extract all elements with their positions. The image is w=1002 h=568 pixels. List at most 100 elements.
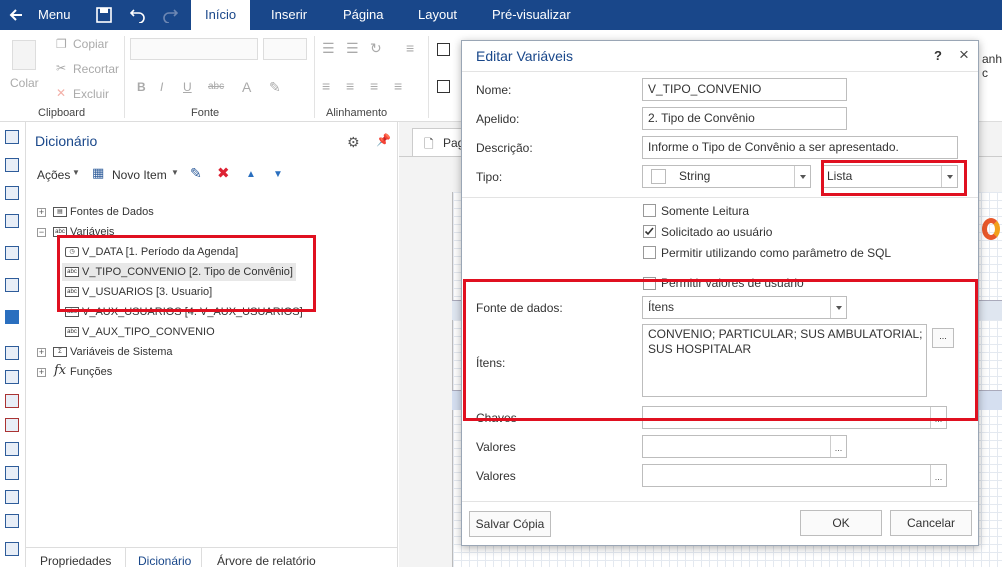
underline-icon[interactable]: U	[183, 80, 192, 94]
save-icon[interactable]	[96, 7, 112, 23]
band-icon[interactable]	[5, 158, 19, 172]
move-up-icon[interactable]: ▲	[246, 169, 256, 180]
cut-icon[interactable]: ✂	[56, 61, 66, 75]
requested-checkbox[interactable]	[643, 225, 656, 238]
edit-icon[interactable]: ✎	[190, 165, 202, 182]
readonly-checkbox[interactable]	[643, 204, 656, 217]
tree-item-v-data[interactable]: V_DATA [1. Período da Agenda]	[82, 246, 238, 258]
copy-button[interactable]: Copiar	[73, 37, 108, 51]
rotate-icon[interactable]: ↻	[370, 40, 382, 57]
word-wrap-icon[interactable]: ≡	[406, 40, 414, 56]
italic-icon[interactable]: I	[160, 80, 163, 94]
redo-icon[interactable]	[162, 7, 178, 23]
alias-field[interactable]: 2. Tipo de Convênio	[642, 107, 847, 130]
new-item-menu[interactable]: Novo Item	[112, 168, 167, 182]
data-source-select[interactable]: Ítens	[642, 296, 847, 319]
actions-menu[interactable]: Ações	[37, 168, 70, 182]
align-center-icon[interactable]: ≡	[346, 78, 354, 94]
tree-item-v-tipo-convenio[interactable]: V_TIPO_CONVENIO [2. Tipo de Convênio]	[82, 266, 293, 278]
cross-band-icon[interactable]	[5, 186, 19, 200]
font-color-icon[interactable]: A	[242, 79, 251, 95]
tab-inserir[interactable]: Inserir	[271, 0, 307, 30]
chevron-down-icon[interactable]	[941, 166, 957, 187]
tab-layout[interactable]: Layout	[418, 0, 457, 30]
cut-button[interactable]: Recortar	[73, 62, 119, 76]
shape-icon[interactable]	[5, 278, 19, 292]
sql-param-checkbox[interactable]	[643, 246, 656, 259]
chevron-down-icon[interactable]: ▼	[72, 168, 80, 177]
delete-icon[interactable]: ✕	[56, 86, 66, 100]
delete-button[interactable]: Excluir	[73, 87, 109, 101]
type-kind-select[interactable]: Lista	[821, 165, 958, 188]
close-icon[interactable]: ×	[959, 45, 969, 65]
page-header-icon[interactable]	[5, 346, 19, 360]
type-select[interactable]: String	[642, 165, 811, 188]
chevron-down-icon[interactable]	[794, 166, 810, 187]
chevron-down-icon[interactable]	[830, 297, 846, 318]
new-item-icon[interactable]: ▦	[92, 165, 104, 181]
tree-item-v-aux-tipo-convenio[interactable]: V_AUX_TIPO_CONVENIO	[82, 326, 215, 338]
tree-item-v-aux-usuarios[interactable]: V_AUX_USUARIOS [4. V_AUX_USUARIOS]	[82, 306, 303, 318]
border-icon[interactable]	[437, 43, 450, 56]
keys-field[interactable]: ...	[642, 406, 947, 429]
undo-icon[interactable]	[130, 7, 146, 23]
group-header-icon[interactable]	[5, 442, 19, 456]
align-top-icon[interactable]: ☰	[322, 40, 335, 57]
save-copy-button[interactable]: Salvar Cópia	[469, 511, 551, 537]
collapse-icon[interactable]: −	[37, 228, 46, 237]
text-icon[interactable]	[5, 214, 19, 228]
tree-item-data-sources[interactable]: Fontes de Dados	[70, 206, 154, 218]
component-icon[interactable]	[5, 130, 19, 144]
ok-button[interactable]: OK	[800, 510, 882, 536]
expand-icon[interactable]: +	[37, 368, 46, 377]
overlay-band-icon[interactable]	[5, 542, 19, 556]
align-right-icon[interactable]: ≡	[370, 78, 378, 94]
group-footer-icon[interactable]	[5, 466, 19, 480]
paste-button[interactable]: Colar	[10, 76, 39, 90]
help-icon[interactable]: ?	[934, 48, 942, 63]
items-textarea[interactable]: CONVENIO; PARTICULAR; SUS AMBULATORIAL; …	[642, 324, 927, 397]
font-name-combo[interactable]	[130, 38, 258, 60]
header-band-icon[interactable]	[5, 394, 19, 408]
delete-icon[interactable]: ✖	[217, 164, 230, 182]
values-edit-button-1[interactable]: ...	[830, 436, 846, 457]
align-justify-icon[interactable]: ≡	[394, 78, 402, 94]
puzzle-icon[interactable]	[5, 310, 19, 324]
pin-icon[interactable]: 📌	[376, 133, 391, 147]
tree-item-system-variables[interactable]: Variáveis de Sistema	[70, 346, 173, 358]
name-field[interactable]: V_TIPO_CONVENIO	[642, 78, 847, 101]
paste-icon[interactable]	[12, 40, 36, 70]
expand-icon[interactable]: +	[37, 348, 46, 357]
tab-propriedades[interactable]: Propriedades	[40, 554, 111, 568]
tab-arvore-relatorio[interactable]: Árvore de relatório	[217, 554, 316, 568]
chart-icon[interactable]	[5, 246, 19, 260]
tab-pagina[interactable]: Página	[343, 0, 383, 30]
gear-icon[interactable]: ⚙	[347, 134, 360, 151]
chevron-down-icon[interactable]: ▼	[171, 168, 179, 177]
expand-icon[interactable]: +	[37, 208, 46, 217]
font-size-combo[interactable]	[263, 38, 307, 60]
align-middle-icon[interactable]: ☰	[346, 40, 359, 57]
menu-button[interactable]: Menu	[38, 0, 71, 30]
tree-item-functions[interactable]: Funções	[70, 366, 112, 378]
tree-item-v-usuarios[interactable]: V_USUARIOS [3. Usuario]	[82, 286, 212, 298]
description-field[interactable]: Informe o Tipo de Convênio a ser apresen…	[642, 136, 958, 159]
values-field-1[interactable]: ...	[642, 435, 847, 458]
data-band-icon[interactable]	[5, 490, 19, 504]
items-edit-button[interactable]: ...	[932, 328, 954, 348]
highlight-color-icon[interactable]: ✎	[269, 79, 281, 96]
move-down-icon[interactable]: ▼	[273, 169, 283, 180]
bold-icon[interactable]: B	[137, 80, 146, 94]
report-title-icon[interactable]	[5, 370, 19, 384]
tab-dicionario[interactable]: Dicionário	[138, 554, 191, 568]
back-arrow-icon[interactable]	[9, 8, 23, 22]
border-style-icon[interactable]	[437, 80, 450, 93]
detail-band-icon[interactable]	[5, 514, 19, 528]
tree-item-variables[interactable]: Variáveis	[70, 226, 114, 238]
copy-icon[interactable]: ❐	[56, 37, 67, 51]
tab-pre-visualizar[interactable]: Pré-visualizar	[492, 0, 571, 30]
user-values-checkbox[interactable]	[643, 277, 656, 290]
cancel-button[interactable]: Cancelar	[890, 510, 972, 536]
values-field-2[interactable]: ...	[642, 464, 947, 487]
strikethrough-icon[interactable]: abc	[208, 81, 224, 92]
